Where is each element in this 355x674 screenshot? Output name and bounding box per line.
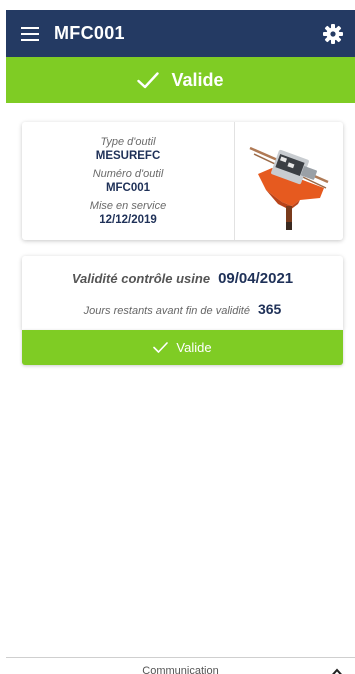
- remaining-days-row: Jours restants avant fin de validité 365: [22, 301, 343, 317]
- page-title: MFC001: [54, 23, 125, 43]
- settings-button[interactable]: [321, 22, 345, 46]
- tool-info-card: Type d'outil MESUREFC Numéro d'outil MFC…: [22, 122, 343, 240]
- communication-bar[interactable]: Communication: [6, 657, 355, 674]
- status-banner: Valide: [6, 57, 355, 103]
- tool-photo: [249, 146, 329, 230]
- tool-image-container: [234, 122, 343, 240]
- validity-status-button[interactable]: Valide: [22, 330, 343, 365]
- tool-type-value: MESUREFC: [95, 149, 161, 162]
- status-label: Valide: [171, 69, 224, 90]
- factory-validity-row: Validité contrôle usine 09/04/2021: [22, 270, 343, 287]
- communication-label: Communication: [142, 665, 219, 674]
- hamburger-menu-icon: [21, 26, 39, 41]
- remaining-days-label: Jours restants avant fin de validité: [83, 305, 250, 317]
- factory-validity-date: 09/04/2021: [218, 270, 294, 287]
- tool-number-label: Numéro d'outil: [92, 167, 164, 180]
- validity-status-label: Valide: [176, 340, 212, 355]
- gear-icon: [323, 24, 343, 44]
- validity-card: Validité contrôle usine 09/04/2021 Jours…: [22, 256, 343, 330]
- app-screen: MFC001 Valide Type d'outil MESUREFC Numé…: [0, 0, 355, 674]
- service-date-label: Mise en service: [89, 199, 167, 212]
- chevron-up-icon[interactable]: [331, 667, 343, 674]
- menu-button[interactable]: [6, 10, 54, 57]
- top-app-bar: MFC001: [6, 10, 355, 57]
- service-date-value: 12/12/2019: [99, 213, 157, 226]
- tool-details: Type d'outil MESUREFC Numéro d'outil MFC…: [22, 122, 234, 240]
- tool-number-value: MFC001: [105, 181, 151, 194]
- tool-type-label: Type d'outil: [100, 135, 156, 148]
- remaining-days-value: 365: [257, 301, 282, 317]
- factory-validity-label: Validité contrôle usine: [71, 271, 211, 286]
- check-icon: [153, 342, 169, 353]
- check-icon: [137, 71, 160, 88]
